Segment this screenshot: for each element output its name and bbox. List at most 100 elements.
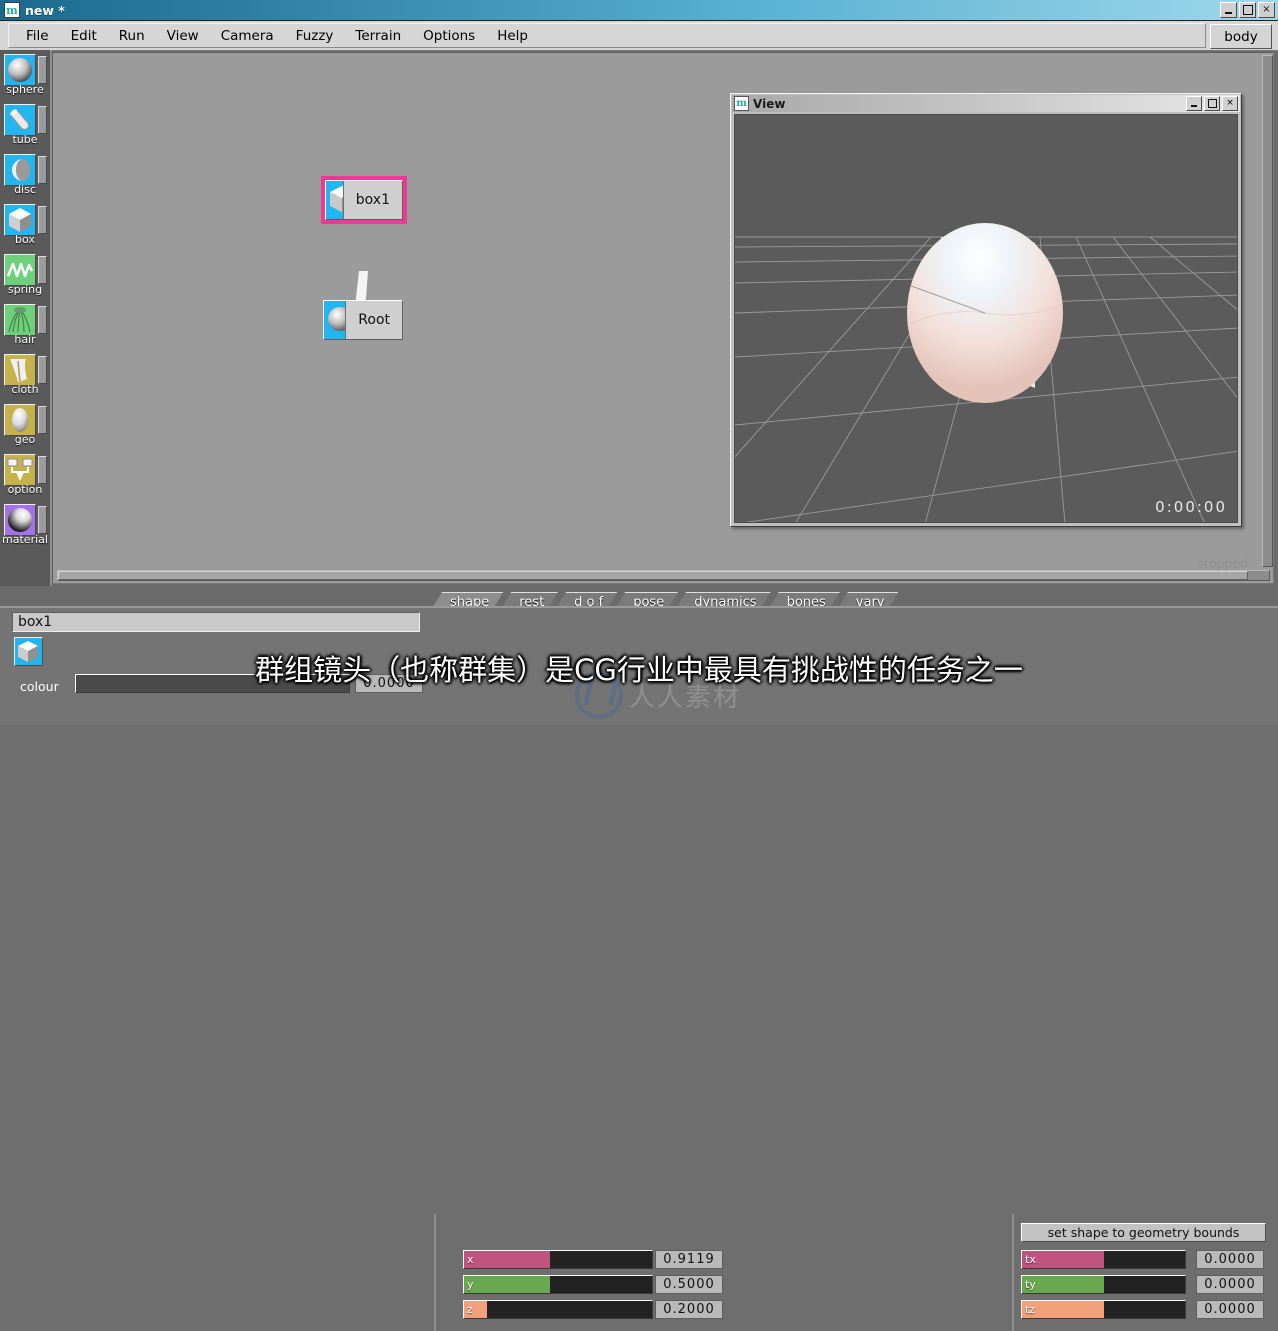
minimize-button[interactable] — [1220, 2, 1237, 18]
viewport-timecode: 0:00:00 — [1155, 498, 1227, 516]
palette-tool-tab[interactable] — [38, 506, 47, 534]
palette-tool-tab[interactable] — [38, 56, 47, 84]
slider-value-tz[interactable]: 0.0000 — [1196, 1300, 1264, 1319]
box-icon[interactable] — [14, 637, 43, 666]
playback-status: stopped — [1197, 556, 1248, 571]
slider-y[interactable]: y 0.5000 — [463, 1275, 723, 1294]
palette-tool-tab[interactable] — [38, 206, 47, 234]
menu-item-camera[interactable]: Camera — [210, 25, 285, 47]
slider-track-y[interactable]: y — [463, 1275, 653, 1294]
slider-value-z[interactable]: 0.2000 — [655, 1300, 723, 1319]
palette-tool-label: tube — [12, 133, 38, 146]
maximize-button[interactable] — [1239, 2, 1256, 18]
set-shape-to-geometry-bounds-button[interactable]: set shape to geometry bounds — [1021, 1223, 1266, 1242]
palette-tool-hair[interactable]: hair — [4, 304, 47, 346]
colour-label: colour — [20, 679, 59, 694]
colour-slider[interactable] — [75, 674, 350, 693]
application-window: m new * × File Edit Run View Camera Fuzzy Terr… — [0, 0, 1278, 1331]
palette-tool-sphere[interactable]: sphere — [4, 54, 47, 96]
palette-tool-tab[interactable] — [38, 306, 47, 334]
slider-value-x[interactable]: 0.9119 — [655, 1250, 723, 1269]
slider-tag: x — [467, 1253, 474, 1266]
slider-value-y[interactable]: 0.5000 — [655, 1275, 723, 1294]
close-button[interactable]: × — [1258, 2, 1275, 18]
palette-tool-box[interactable]: box — [4, 204, 47, 246]
slider-value-tx[interactable]: 0.0000 — [1196, 1250, 1264, 1269]
cloth-icon[interactable] — [4, 354, 36, 386]
slider-track-tz[interactable]: tz — [1021, 1300, 1186, 1319]
palette-tool-cloth[interactable]: cloth — [4, 354, 47, 396]
palette-tool-label: sphere — [6, 83, 44, 96]
palette-tool-disc[interactable]: disc — [4, 154, 47, 196]
graph-node-box1[interactable]: box1 — [325, 180, 403, 220]
palette-tool-tube[interactable]: tube — [4, 104, 47, 146]
node-graph-canvas[interactable]: box1 Root m View × 0:00:00 — [52, 52, 1274, 584]
menu-item-options[interactable]: Options — [412, 25, 486, 47]
3d-viewport[interactable]: 0:00:00 — [734, 114, 1238, 523]
slider-track-z[interactable]: z — [463, 1300, 653, 1319]
slider-track-x[interactable]: x — [463, 1250, 653, 1269]
scrollbar-thumb[interactable] — [58, 571, 1248, 580]
tube-icon[interactable] — [4, 104, 36, 136]
menu-item-file[interactable]: File — [15, 25, 60, 47]
slider-tag: z — [467, 1303, 473, 1316]
geo-icon[interactable] — [4, 404, 36, 436]
menu-item-run[interactable]: Run — [108, 25, 156, 47]
slider-value-ty[interactable]: 0.0000 — [1196, 1275, 1264, 1294]
hair-icon[interactable] — [4, 304, 36, 336]
colour-value[interactable]: 0.0000 — [355, 674, 423, 693]
box-node-icon — [326, 181, 344, 219]
disc-icon[interactable] — [4, 154, 36, 186]
palette-tool-spring[interactable]: spring — [4, 254, 47, 296]
canvas-vertical-scrollbar[interactable] — [1262, 55, 1273, 567]
palette-tool-geo[interactable]: geo — [4, 404, 47, 446]
palette-tool-tab[interactable] — [38, 456, 47, 484]
palette-tool-tab[interactable] — [38, 256, 47, 284]
graph-node-root[interactable]: Root — [323, 300, 403, 340]
canvas-horizontal-scrollbar[interactable] — [57, 570, 1270, 581]
slider-ty[interactable]: ty 0.0000 — [1021, 1275, 1264, 1294]
view-minimize-button[interactable] — [1186, 96, 1202, 111]
slider-track-ty[interactable]: ty — [1021, 1275, 1186, 1294]
slider-track-tx[interactable]: tx — [1021, 1250, 1186, 1269]
sphere-icon[interactable] — [4, 54, 36, 86]
slider-fill — [464, 1276, 551, 1293]
mode-button-body[interactable]: body — [1210, 24, 1272, 49]
view-window[interactable]: m View × 0:00:00 — [730, 93, 1242, 527]
app-logo-icon: m — [4, 2, 20, 18]
palette-tool-tab[interactable] — [38, 356, 47, 384]
slider-x[interactable]: x 0.9119 — [463, 1250, 723, 1269]
slider-tz[interactable]: tz 0.0000 — [1021, 1300, 1264, 1319]
option-icon[interactable] — [4, 454, 36, 486]
menu-item-help[interactable]: Help — [486, 25, 539, 47]
palette-tool-label: option — [7, 483, 43, 496]
window-title: new * — [25, 2, 65, 18]
spring-icon[interactable] — [4, 254, 36, 286]
slider-z[interactable]: z 0.2000 — [463, 1300, 723, 1319]
material-icon[interactable] — [4, 504, 36, 536]
slider-tag: tz — [1025, 1303, 1036, 1316]
menu-item-fuzzy[interactable]: Fuzzy — [285, 25, 345, 47]
menu-item-view[interactable]: View — [156, 25, 210, 47]
object-name-field[interactable]: box1 — [12, 612, 420, 632]
palette-tool-option[interactable]: option — [4, 454, 47, 496]
view-maximize-button[interactable] — [1204, 96, 1220, 111]
menu-item-terrain[interactable]: Terrain — [344, 25, 412, 47]
slider-tx[interactable]: tx 0.0000 — [1021, 1250, 1264, 1269]
palette-tool-material[interactable]: material — [2, 504, 48, 546]
menu-item-edit[interactable]: Edit — [60, 25, 108, 47]
panel-divider-left — [434, 1214, 436, 1331]
view-window-titlebar[interactable]: m View × — [732, 95, 1240, 112]
palette-tool-tab[interactable] — [38, 156, 47, 184]
palette-tool-label: box — [15, 233, 35, 246]
slider-tag: tx — [1025, 1253, 1036, 1266]
palette-tool-label: geo — [14, 433, 36, 446]
view-window-controls: × — [1186, 96, 1238, 111]
view-close-button[interactable]: × — [1222, 96, 1238, 111]
palette-tool-label: spring — [7, 283, 43, 296]
palette-tool-tab[interactable] — [38, 106, 47, 134]
palette-tool-tab[interactable] — [38, 406, 47, 434]
app-logo-icon: m — [734, 96, 749, 111]
menu-items-container: File Edit Run View Camera Fuzzy Terrain Options… — [8, 23, 1206, 48]
box-icon[interactable] — [4, 204, 36, 236]
